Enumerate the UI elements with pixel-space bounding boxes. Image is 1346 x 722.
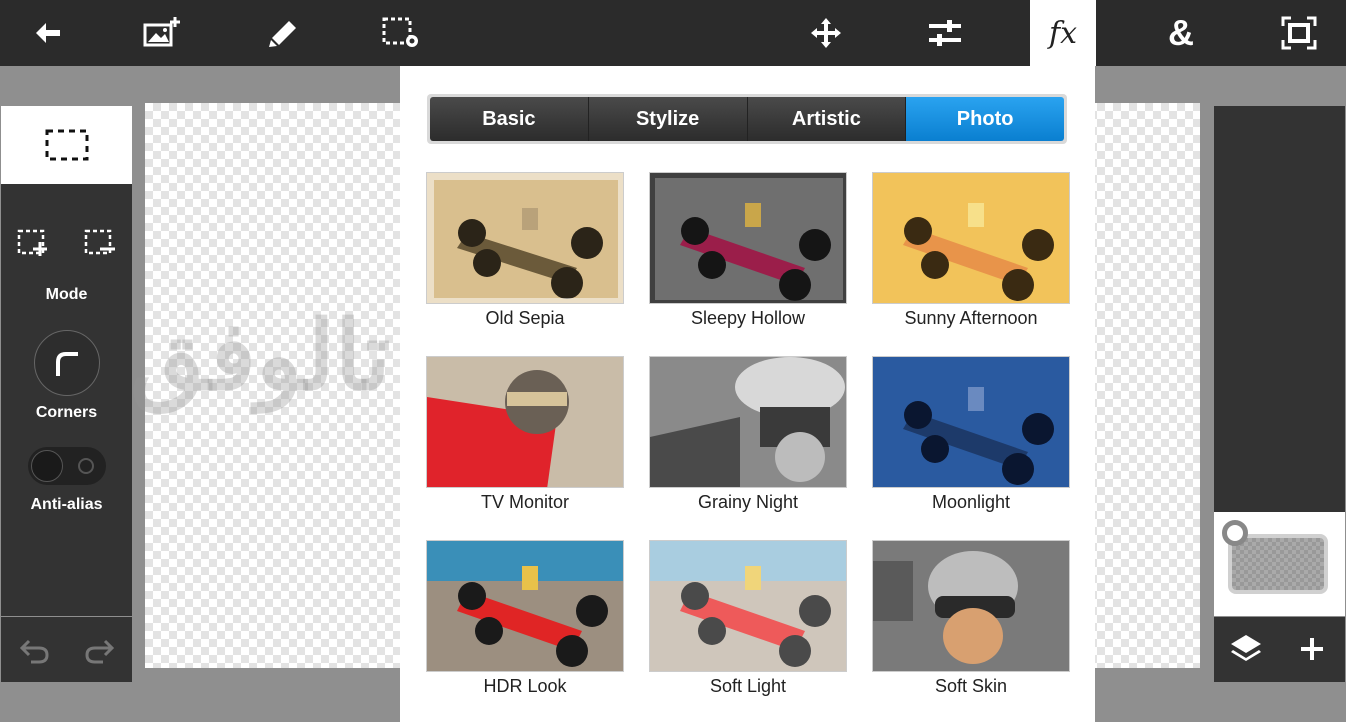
rect-select-button[interactable] [1, 106, 132, 184]
antialias-toggle[interactable] [28, 447, 106, 485]
filter-label: Soft Light [709, 676, 787, 696]
filter-label: Old Sepia [485, 308, 565, 328]
mode-label: Mode [45, 286, 88, 303]
tab-basic[interactable]: Basic [430, 97, 589, 141]
filter-thumbnail [426, 356, 624, 488]
rect-selection-icon [45, 129, 88, 161]
filter-sunny-afternoon[interactable]: Sunny Afternoon [872, 172, 1070, 329]
redo-icon[interactable] [83, 637, 115, 670]
filter-hdr-look[interactable]: HDR Look [426, 540, 624, 697]
filter-thumbnail [426, 540, 624, 672]
effects-panel: Basic Stylize Artistic Photo Old Sepia S… [400, 66, 1095, 722]
tab-photo[interactable]: Photo [906, 97, 1064, 141]
add-layer-icon[interactable] [1298, 635, 1326, 668]
top-toolbar: fx & [0, 0, 1346, 66]
filter-thumbnail [649, 172, 847, 304]
layer-selected-radio[interactable] [1222, 520, 1248, 546]
filter-label: TV Monitor [480, 492, 570, 512]
filter-label: Sunny Afternoon [904, 308, 1038, 328]
filter-sleepy-hollow[interactable]: Sleepy Hollow [649, 172, 847, 329]
filter-thumbnail [426, 172, 624, 304]
filter-thumbnail [649, 356, 847, 488]
layer-item[interactable] [1214, 512, 1345, 616]
corners-label: Corners [35, 404, 98, 421]
undo-redo-panel [1, 617, 132, 682]
filter-label: Soft Skin [934, 676, 1008, 696]
filter-grainy-night[interactable]: Grainy Night [649, 356, 847, 513]
selection-tool-panel: Mode Corners Anti-alias [1, 106, 132, 616]
adjustments-icon[interactable] [912, 0, 978, 66]
antialias-label: Anti-alias [30, 496, 103, 513]
selection-settings-icon[interactable] [368, 0, 434, 66]
add-image-icon[interactable] [130, 0, 196, 66]
filter-thumbnail [872, 172, 1070, 304]
back-arrow-icon[interactable] [15, 0, 81, 66]
filter-label: Moonlight [931, 492, 1011, 512]
filter-thumbnail [649, 540, 847, 672]
filter-soft-light[interactable]: Soft Light [649, 540, 847, 697]
filter-label: Sleepy Hollow [690, 308, 806, 328]
layers-panel [1214, 106, 1345, 512]
filter-old-sepia[interactable]: Old Sepia [426, 172, 624, 329]
corner-radius-icon [56, 352, 78, 376]
effects-fx-icon[interactable]: fx [1030, 0, 1096, 66]
tab-stylize[interactable]: Stylize [588, 97, 748, 141]
layers-icon[interactable] [1229, 633, 1263, 670]
filter-soft-skin[interactable]: Soft Skin [872, 540, 1070, 697]
move-icon[interactable] [793, 0, 859, 66]
filter-label: Grainy Night [697, 492, 799, 512]
undo-icon[interactable] [19, 637, 51, 670]
brush-icon[interactable] [250, 0, 316, 66]
subtract-selection-icon[interactable] [83, 228, 117, 263]
filter-moonlight[interactable]: Moonlight [872, 356, 1070, 513]
toggle-off-indicator [78, 458, 94, 474]
corners-button[interactable] [34, 330, 100, 396]
watermark: تالوفق [130, 303, 391, 410]
blend-ampersand-icon[interactable]: & [1148, 0, 1214, 66]
tab-artistic[interactable]: Artistic [747, 97, 907, 141]
filter-thumbnail [872, 356, 1070, 488]
filter-tv-monitor[interactable]: TV Monitor [426, 356, 624, 513]
effects-tabs: Basic Stylize Artistic Photo [427, 94, 1067, 144]
add-selection-icon[interactable] [16, 228, 50, 263]
filter-thumbnail [872, 540, 1070, 672]
layer-controls [1214, 617, 1345, 682]
fit-screen-icon[interactable] [1266, 0, 1332, 66]
toggle-knob [31, 450, 63, 482]
filter-label: HDR Look [483, 676, 567, 696]
